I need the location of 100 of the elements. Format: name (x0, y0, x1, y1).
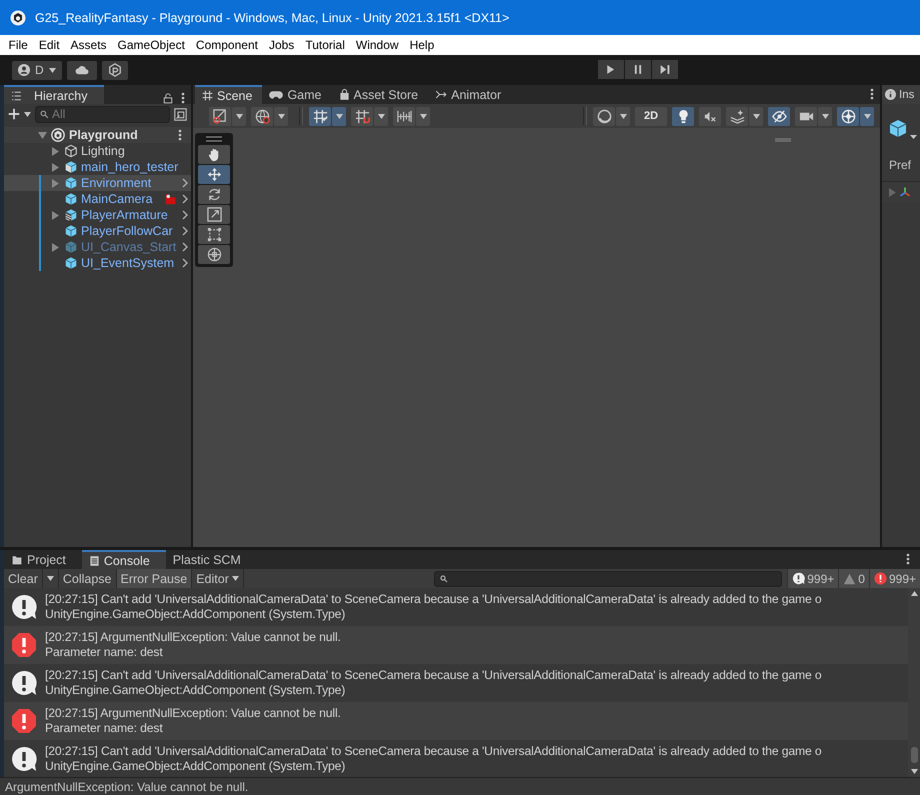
chevron-right-icon[interactable] (182, 258, 188, 268)
expand-window-icon[interactable] (174, 108, 187, 120)
dropdown-button[interactable] (332, 106, 346, 126)
caret-icon[interactable] (822, 114, 828, 118)
hierarchy-tab[interactable]: Hierarchy (4, 85, 104, 104)
tool-button[interactable] (198, 165, 230, 184)
menu-item[interactable]: Window (350, 38, 404, 52)
error-count-toggle[interactable]: 999+ (868, 569, 920, 588)
hierarchy-item[interactable]: main_hero_tester (4, 159, 191, 175)
console-search-field[interactable] (434, 570, 782, 586)
console-entry[interactable]: [20:27:15] ArgumentNullException: Value cannot be null. Parameter name: dest (4, 626, 908, 664)
plastic-scm-button[interactable] (102, 60, 128, 80)
caret-icon[interactable] (752, 114, 760, 118)
scroll-down-icon[interactable] (910, 769, 918, 774)
chevron-right-icon[interactable] (182, 226, 188, 236)
scene-toolbar-button[interactable] (251, 106, 273, 126)
caret-icon[interactable] (378, 114, 384, 118)
chevron-right-icon[interactable] (182, 242, 188, 252)
scene-toolbar-button[interactable] (768, 106, 790, 126)
hierarchy-item[interactable]: Lighting (4, 143, 191, 159)
tool-button[interactable] (198, 185, 230, 204)
scene-toolbar-button[interactable] (699, 106, 721, 126)
menu-item[interactable]: Edit (33, 38, 66, 52)
hierarchy-item[interactable]: PlayerArmature (4, 207, 191, 223)
pause-button[interactable] (625, 60, 651, 79)
plus-icon[interactable] (8, 108, 20, 120)
account-dropdown[interactable]: D (12, 60, 62, 80)
menu-item[interactable]: Help (404, 38, 440, 52)
menu-item[interactable]: Assets (65, 38, 112, 52)
caret-icon[interactable] (864, 114, 870, 118)
tool-button[interactable] (198, 245, 230, 264)
panel-tab[interactable]: Scene (195, 85, 262, 104)
scene-toolbar-button[interactable] (795, 106, 817, 126)
scrollbar-thumb[interactable] (910, 747, 918, 763)
drag-handle-icon[interactable] (206, 136, 222, 142)
dropdown-button[interactable] (232, 106, 246, 126)
console-entry[interactable]: [20:27:15] Can't add 'UniversalAdditionalCameraData' to SceneCamera because a 'UniversalAdditionalCameraData' is already added to the game o UnityEngine.GameObject:AddComponent (System.Type) (4, 588, 908, 626)
overlay-handle-icon[interactable] (775, 138, 791, 142)
scroll-up-icon[interactable] (910, 591, 918, 596)
console-toolbar-button[interactable]: Editor (192, 569, 244, 588)
menu-item[interactable]: Tutorial (300, 38, 350, 52)
tool-button[interactable] (198, 205, 230, 224)
step-button[interactable] (652, 60, 678, 79)
collapsed-triangle-icon[interactable] (52, 210, 59, 220)
menu-item[interactable]: File (3, 38, 34, 52)
more-options-icon[interactable] (906, 553, 910, 565)
tool-button[interactable] (198, 145, 230, 164)
scene-toolbar-button[interactable] (593, 106, 615, 126)
panel-tab[interactable]: Asset Store (332, 85, 428, 104)
scene-toolbar-button[interactable] (726, 106, 748, 126)
dropdown-button[interactable] (274, 106, 288, 126)
scene-toolbar-button[interactable] (209, 106, 231, 126)
dropdown-button[interactable] (416, 106, 430, 126)
collapsed-triangle-icon[interactable] (52, 242, 59, 252)
caret-icon[interactable] (336, 114, 342, 118)
warning-count-toggle[interactable]: 0 (838, 569, 869, 588)
chevron-right-icon[interactable] (182, 210, 188, 220)
scene-root-item[interactable]: Playground (4, 127, 191, 143)
menu-item[interactable]: Component (190, 38, 264, 52)
tool-button[interactable] (198, 225, 230, 244)
inspector-tab[interactable]: Ins (882, 85, 920, 104)
scene-toolbar-button[interactable] (351, 106, 373, 126)
caret-icon[interactable] (420, 114, 426, 118)
chevron-right-icon[interactable] (182, 194, 188, 204)
chevron-right-icon[interactable] (182, 178, 188, 188)
hierarchy-item[interactable]: Environment (4, 175, 191, 191)
scene-toolbar-button[interactable] (837, 106, 859, 126)
lock-icon[interactable] (163, 93, 173, 104)
panel-tab[interactable]: Animator (428, 85, 512, 104)
hierarchy-item[interactable]: PlayerFollowCar (4, 223, 191, 239)
more-options-icon[interactable] (181, 92, 185, 104)
scene-toolbar-button[interactable] (393, 106, 415, 126)
search-box[interactable]: All (35, 106, 170, 122)
console-toolbar-button[interactable]: Error Pause (116, 569, 192, 588)
console-toolbar-button[interactable]: Clear (4, 569, 43, 588)
caret-icon[interactable] (232, 576, 239, 581)
scene-toolbar-button[interactable] (309, 106, 331, 126)
more-options-icon[interactable] (178, 129, 182, 141)
caret-icon[interactable] (620, 114, 626, 118)
panel-tab[interactable]: Plastic SCM (166, 550, 257, 569)
log-count-toggle[interactable]: 999+ (787, 569, 838, 588)
caret-icon[interactable] (48, 68, 56, 72)
panel-tab[interactable]: Game (262, 85, 332, 104)
menu-item[interactable]: GameObject (112, 38, 190, 52)
dropdown-button[interactable] (749, 106, 763, 126)
caret-icon[interactable] (46, 576, 54, 581)
search-field[interactable]: All (52, 107, 169, 121)
scene-toolbar-button[interactable] (672, 106, 694, 126)
console-entry[interactable]: [20:27:15] Can't add 'UniversalAdditionalCameraData' to SceneCamera because a 'UniversalAdditionalCameraData' is already added to the game o UnityEngine.GameObject:AddComponent (System.Type) (4, 664, 908, 702)
play-button[interactable] (598, 60, 624, 79)
panel-tab[interactable]: Console (82, 550, 166, 569)
panel-tab[interactable]: Project (4, 550, 82, 569)
menu-item[interactable]: Jobs (263, 38, 300, 52)
expanded-triangle-icon[interactable] (38, 132, 47, 138)
console-entry[interactable]: [20:27:15] Can't add 'UniversalAdditionalCameraData' to SceneCamera because a 'UniversalAdditionalCameraData' is already added to the game o UnityEngine.GameObject:AddComponent (System.Type) (4, 740, 908, 777)
caret-icon[interactable] (24, 112, 31, 116)
cloud-button[interactable] (66, 60, 97, 80)
dropdown-button[interactable] (616, 106, 630, 126)
caret-icon[interactable] (278, 114, 284, 118)
caret-icon[interactable] (236, 114, 242, 118)
